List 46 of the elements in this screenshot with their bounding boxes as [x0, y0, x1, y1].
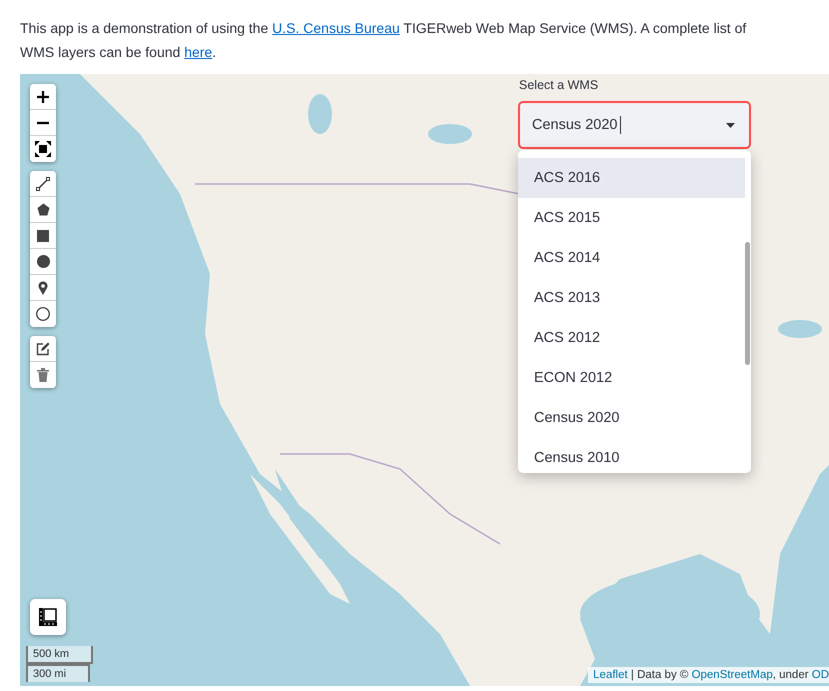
plus-icon — [36, 90, 50, 104]
polyline-icon — [36, 176, 50, 190]
dropdown-option[interactable]: ACS 2015 — [518, 198, 745, 238]
dropdown-option[interactable]: ACS 2012 — [518, 318, 745, 358]
filled-circle-icon — [36, 255, 50, 268]
circle-icon — [36, 307, 50, 321]
dropdown-option[interactable]: ACS 2014 — [518, 238, 745, 278]
minus-icon — [36, 120, 50, 124]
draw-circle-button[interactable] — [30, 249, 56, 275]
wms-select[interactable]: Census 2020 — [518, 101, 751, 149]
attribution-link[interactable]: OpenStreetMap — [692, 669, 773, 681]
zoom-out-button[interactable] — [30, 110, 56, 136]
dropdown-option[interactable]: ACS 2013 — [518, 278, 745, 318]
edit-icon — [36, 342, 50, 356]
delete-button[interactable] — [30, 362, 56, 388]
attribution-text: Leaflet | Data by © OpenStreetMap, under OD — [588, 667, 829, 683]
caret-icon — [726, 123, 735, 128]
fullscreen-button[interactable] — [30, 136, 56, 162]
text-cursor — [620, 116, 622, 134]
draw-rectangle-button[interactable] — [30, 223, 56, 249]
draw-line-button[interactable] — [30, 171, 56, 197]
scrollbar-thumb[interactable] — [745, 242, 750, 365]
trash-icon — [37, 368, 49, 382]
square-icon — [37, 230, 49, 242]
select-label: Select a WMS — [518, 78, 600, 92]
link[interactable]: here — [184, 44, 212, 60]
measure-button[interactable] — [30, 599, 66, 635]
draw-marker-button[interactable] — [30, 275, 56, 301]
dropdown-option[interactable]: ECON 2012 — [518, 358, 745, 398]
scale-label: 300 mi — [26, 664, 90, 682]
edit-button[interactable] — [30, 336, 56, 362]
pentagon-icon — [36, 203, 50, 216]
dropdown-option[interactable]: Census 2020 — [518, 398, 745, 438]
draw-circle-marker-button[interactable] — [30, 301, 56, 327]
draw-polygon-button[interactable] — [30, 197, 56, 223]
zoom-in-button[interactable] — [30, 84, 56, 110]
attribution-link[interactable]: OD — [812, 669, 829, 681]
dropdown-option[interactable]: Census 2010 — [518, 438, 745, 473]
link[interactable]: U.S. Census Bureau — [272, 20, 400, 36]
dropdown-option[interactable]: ACS 2016 — [518, 158, 745, 198]
scale-label: 500 km — [26, 646, 93, 664]
map-pin-icon — [38, 280, 48, 294]
intro-paragraph: This app is a demonstration of using the U.S. Census Bureau TIGERweb Web Map Service (WMS). A complete list of WMS layers can be found here. — [19, 19, 748, 62]
fullscreen-icon — [35, 141, 51, 157]
ruler-icon — [39, 608, 57, 626]
attribution-link[interactable]: Leaflet — [593, 669, 628, 681]
